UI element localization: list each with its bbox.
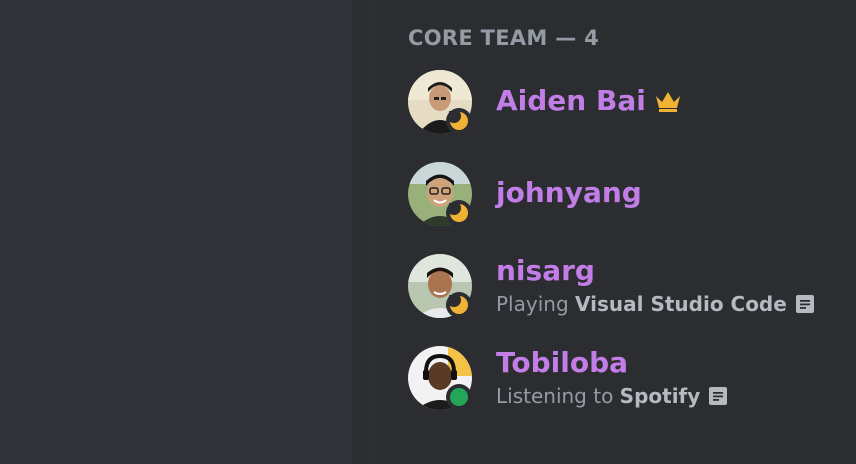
member-johnyang[interactable]: johnyang [408,162,848,232]
idle-status-icon [446,200,472,226]
member-name: nisarg [496,254,595,287]
idle-status-icon [446,108,472,134]
idle-status-icon [446,292,472,318]
member-aiden-bai[interactable]: Aiden Bai [408,70,848,140]
member-name: Tobiloba [496,346,629,379]
online-status-icon [446,384,472,410]
member-activity: Listening to Spotify [496,384,728,411]
crown-icon [654,86,682,119]
member-name: johnyang [496,176,642,209]
member-name: Aiden Bai [496,84,682,119]
member-activity: Playing Visual Studio Code [496,292,815,319]
member-nisarg[interactable]: nisarg Playing Visual Studio Code [408,254,848,324]
member-tobiloba[interactable]: Tobiloba Listening to Spotify [408,346,848,416]
rich-presence-icon [795,294,815,319]
member-section-header: CORE TEAM — 4 [408,26,600,50]
scroll-divider [352,0,368,464]
chat-area [0,0,352,464]
rich-presence-icon [708,386,728,411]
